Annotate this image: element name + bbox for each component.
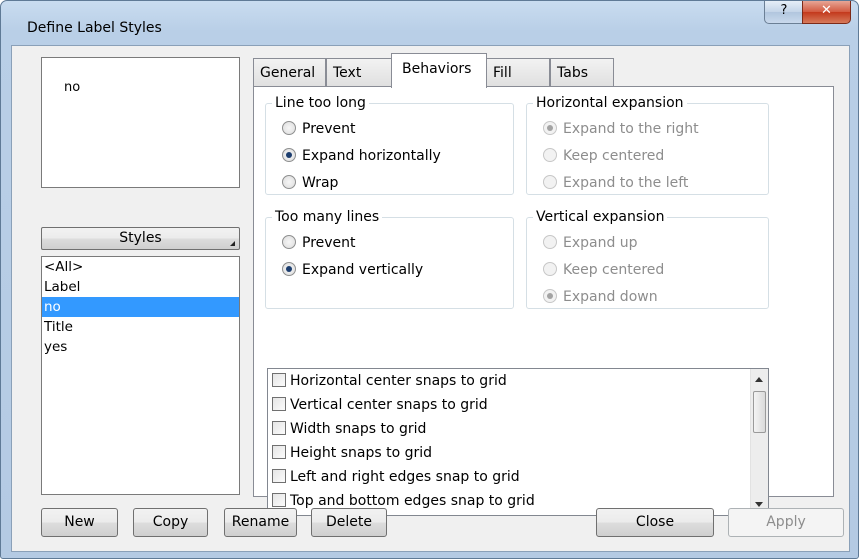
radio-expand-up[interactable]: Expand up	[543, 233, 638, 253]
radio-on-icon	[282, 262, 296, 276]
radio-off-icon	[543, 235, 557, 249]
tab-fill[interactable]: Fill	[486, 58, 550, 86]
close-button[interactable]: Close	[596, 508, 714, 537]
checkbox-vertical-center-snap[interactable]: Vertical center snaps to grid	[268, 393, 768, 417]
radio-keep-centered-v[interactable]: Keep centered	[543, 260, 664, 280]
radio-expand-right[interactable]: Expand to the right	[543, 119, 699, 139]
style-list-item[interactable]: Label	[42, 277, 239, 297]
preview-text: no	[64, 80, 81, 95]
tab-text[interactable]: Text	[326, 58, 392, 86]
rename-button[interactable]: Rename	[224, 508, 297, 537]
too-many-lines-group: Too many lines Prevent Expand vertically	[265, 209, 514, 309]
scroll-up-icon[interactable]	[755, 377, 763, 382]
checkbox-height-snap[interactable]: Height snaps to grid	[268, 441, 768, 465]
radio-off-icon	[543, 175, 557, 189]
checkbox-icon	[272, 397, 286, 411]
radio-expand-left[interactable]: Expand to the left	[543, 173, 688, 193]
style-list[interactable]: <All> Label no Title yes	[41, 256, 240, 495]
radio-wrap[interactable]: Wrap	[282, 173, 338, 193]
radio-off-icon	[543, 262, 557, 276]
copy-button[interactable]: Copy	[133, 508, 208, 537]
snap-options-list[interactable]: Horizontal center snaps to grid Vertical…	[267, 368, 769, 516]
radio-lines-prevent[interactable]: Prevent	[282, 233, 356, 253]
dialog-window: Define Label Styles ? ✕ no Styles <All> …	[0, 0, 859, 559]
checkbox-icon	[272, 373, 286, 387]
close-window-button[interactable]: ✕	[802, 1, 851, 24]
radio-off-icon	[543, 148, 557, 162]
checkbox-icon	[272, 469, 286, 483]
radio-on-icon	[543, 289, 557, 303]
styles-button-label: Styles	[119, 230, 162, 246]
checkbox-left-right-snap[interactable]: Left and right edges snap to grid	[268, 465, 768, 489]
tab-behaviors[interactable]: Behaviors	[391, 53, 487, 88]
line-too-long-label: Line too long	[275, 95, 366, 111]
style-list-item[interactable]: <All>	[42, 257, 239, 277]
radio-off-icon	[282, 175, 296, 189]
radio-keep-centered-h[interactable]: Keep centered	[543, 146, 664, 166]
horizontal-expansion-label: Horizontal expansion	[536, 95, 684, 111]
dropdown-arrow-icon	[230, 241, 235, 246]
behaviors-panel: Line too long Prevent Expand horizontall…	[253, 86, 834, 516]
apply-button[interactable]: Apply	[728, 508, 844, 537]
help-button[interactable]: ?	[764, 1, 804, 24]
radio-off-icon	[282, 235, 296, 249]
checkbox-horizontal-center-snap[interactable]: Horizontal center snaps to grid	[268, 369, 768, 393]
vertical-expansion-group: Vertical expansion Expand up Keep center…	[526, 209, 769, 309]
dialog-client-area: no Styles <All> Label no Title yes Gener…	[11, 45, 850, 552]
checkbox-width-snap[interactable]: Width snaps to grid	[268, 417, 768, 441]
style-list-item[interactable]: Title	[42, 317, 239, 337]
style-list-item[interactable]: yes	[42, 337, 239, 357]
window-title: Define Label Styles	[27, 20, 162, 36]
radio-expand-horizontally[interactable]: Expand horizontally	[282, 146, 441, 166]
line-too-long-group: Line too long Prevent Expand horizontall…	[265, 95, 514, 195]
radio-on-icon	[543, 121, 557, 135]
scroll-thumb[interactable]	[753, 391, 766, 433]
radio-expand-vertically[interactable]: Expand vertically	[282, 260, 423, 280]
tab-tabs[interactable]: Tabs	[550, 58, 614, 86]
radio-line-prevent[interactable]: Prevent	[282, 119, 356, 139]
checkbox-icon	[272, 421, 286, 435]
styles-menu-button[interactable]: Styles	[41, 227, 240, 250]
radio-on-icon	[282, 148, 296, 162]
new-button[interactable]: New	[41, 508, 118, 537]
style-preview: no	[41, 57, 240, 188]
vertical-scrollbar[interactable]	[750, 369, 768, 515]
vertical-expansion-label: Vertical expansion	[536, 209, 665, 225]
radio-expand-down[interactable]: Expand down	[543, 287, 658, 307]
radio-off-icon	[282, 121, 296, 135]
horizontal-expansion-group: Horizontal expansion Expand to the right…	[526, 95, 769, 195]
style-list-item-selected[interactable]: no	[42, 297, 239, 317]
scroll-down-icon[interactable]	[755, 502, 763, 507]
checkbox-icon	[272, 445, 286, 459]
tab-general[interactable]: General	[253, 58, 326, 86]
checkbox-icon	[272, 493, 286, 507]
too-many-lines-label: Too many lines	[275, 209, 380, 225]
delete-button[interactable]: Delete	[311, 508, 387, 537]
